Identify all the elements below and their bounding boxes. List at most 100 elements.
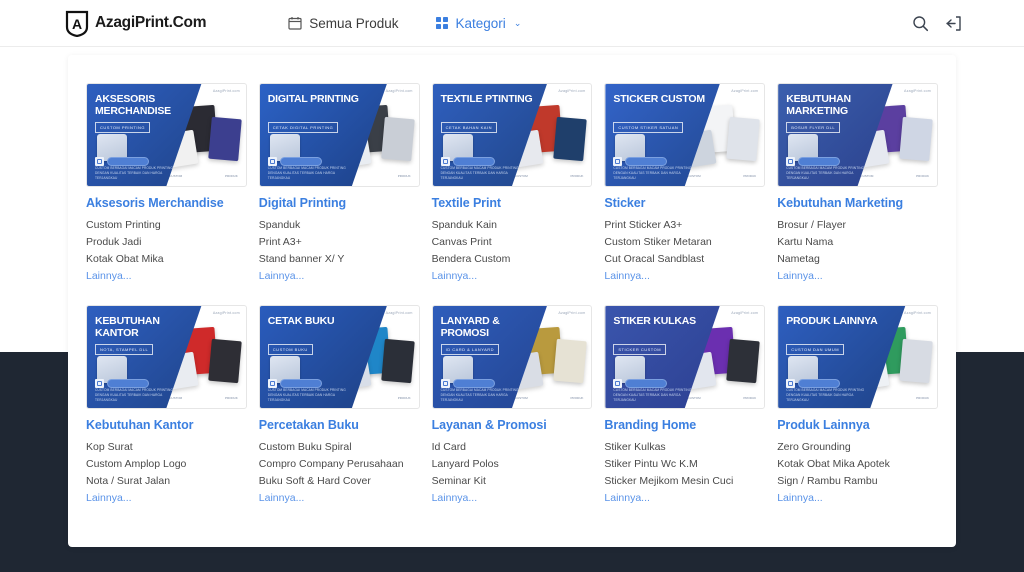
category-more-link[interactable]: Lainnya...	[777, 490, 938, 507]
category-subitem[interactable]: Sticker Mejikom Mesin Cuci	[604, 473, 765, 490]
banner-button-row[interactable]	[95, 379, 149, 388]
nav-item-kategori[interactable]: Kategori ⌄	[435, 16, 522, 31]
banner-order-button[interactable]	[625, 379, 667, 388]
category-subitem[interactable]: Canvas Print	[432, 234, 593, 251]
search-icon[interactable]	[912, 15, 929, 32]
category-subitem[interactable]: Zero Grounding	[777, 439, 938, 456]
cart-icon	[95, 157, 104, 166]
category-title[interactable]: Aksesoris Merchandise	[86, 196, 247, 210]
product-caption-right: PRODUK	[916, 396, 929, 400]
banner-order-button[interactable]	[625, 157, 667, 166]
category-more-link[interactable]: Lainnya...	[604, 268, 765, 285]
category-title[interactable]: Sticker	[604, 196, 765, 210]
category-more-link[interactable]: Lainnya...	[777, 268, 938, 285]
category-subitem[interactable]: Kop Surat	[86, 439, 247, 456]
login-icon[interactable]	[945, 15, 962, 32]
banner-button-row[interactable]	[441, 157, 495, 166]
category-title[interactable]: Kebutuhan Kantor	[86, 418, 247, 432]
banner-button-row[interactable]	[786, 379, 840, 388]
category-subitem[interactable]: Kotak Obat Mika Apotek	[777, 456, 938, 473]
banner-button-row[interactable]	[613, 379, 667, 388]
category-subitem[interactable]: Spanduk Kain	[432, 217, 593, 234]
category-banner[interactable]: CUSTOM PRODUK AzagiPrint.com AKSESORIS M…	[86, 83, 247, 187]
banner-button-row[interactable]	[441, 379, 495, 388]
category-subitem[interactable]: Produk Jadi	[86, 234, 247, 251]
category-more-link[interactable]: Lainnya...	[86, 490, 247, 507]
category-subitem[interactable]: Brosur / Flayer	[777, 217, 938, 234]
banner-fine-print: CUSTOM BERBAGAI MACAM PRODUK PRINTING DE…	[786, 166, 873, 181]
banner-order-button[interactable]	[107, 379, 149, 388]
category-title[interactable]: Branding Home	[604, 418, 765, 432]
category-subitem[interactable]: Id Card	[432, 439, 593, 456]
category-banner[interactable]: CUSTOM PRODUK AzagiPrint.com LANYARD & P…	[432, 305, 593, 409]
category-title[interactable]: Produk Lainnya	[777, 418, 938, 432]
category-subitem[interactable]: Stiker Kulkas	[604, 439, 765, 456]
category-subitem[interactable]: Seminar Kit	[432, 473, 593, 490]
brand-logo[interactable]: A AzagiPrint.Com	[64, 10, 206, 37]
category-subitem[interactable]: Stand banner X/ Y	[259, 251, 420, 268]
banner-watermark: AzagiPrint.com	[731, 311, 758, 315]
banner-order-button[interactable]	[798, 157, 840, 166]
category-more-link[interactable]: Lainnya...	[604, 490, 765, 507]
product-caption-right: PRODUK	[398, 174, 411, 178]
category-subitem[interactable]: Print A3+	[259, 234, 420, 251]
category-more-link[interactable]: Lainnya...	[259, 490, 420, 507]
category-subitem[interactable]: Lanyard Polos	[432, 456, 593, 473]
category-title[interactable]: Kebutuhan Marketing	[777, 196, 938, 210]
category-more-link[interactable]: Lainnya...	[86, 268, 247, 285]
banner-order-button[interactable]	[453, 379, 495, 388]
category-subitem[interactable]: Kartu Nama	[777, 234, 938, 251]
category-banner[interactable]: CUSTOM PRODUK AzagiPrint.com CETAK BUKU …	[259, 305, 420, 409]
banner-order-button[interactable]	[280, 379, 322, 388]
banner-button-row[interactable]	[613, 157, 667, 166]
category-subitem[interactable]: Stiker Pintu Wc K.M	[604, 456, 765, 473]
banner-title: KEBUTUHAN KANTOR	[95, 316, 190, 339]
category-subitem[interactable]: Custom Printing	[86, 217, 247, 234]
category-banner[interactable]: CUSTOM PRODUK AzagiPrint.com PRODUK LAIN…	[777, 305, 938, 409]
category-banner[interactable]: CUSTOM PRODUK AzagiPrint.com DIGITAL PRI…	[259, 83, 420, 187]
category-banner[interactable]: CUSTOM PRODUK AzagiPrint.com STICKER CUS…	[604, 83, 765, 187]
category-subitem[interactable]: Custom Stiker Metaran	[604, 234, 765, 251]
category-title[interactable]: Percetakan Buku	[259, 418, 420, 432]
category-more-link[interactable]: Lainnya...	[432, 268, 593, 285]
category-subitem[interactable]: Compro Company Perusahaan	[259, 456, 420, 473]
category-subitem[interactable]: Spanduk	[259, 217, 420, 234]
category-subitem[interactable]: Buku Soft & Hard Cover	[259, 473, 420, 490]
category-subitem[interactable]: Bendera Custom	[432, 251, 593, 268]
category-subitem[interactable]: Cut Oracal Sandblast	[604, 251, 765, 268]
category-subitem[interactable]: Custom Amplop Logo	[86, 456, 247, 473]
banner-watermark: AzagiPrint.com	[386, 311, 413, 315]
cart-icon	[613, 379, 622, 388]
category-subitem[interactable]: Nametag	[777, 251, 938, 268]
category-banner[interactable]: CUSTOM PRODUK AzagiPrint.com TEXTILE PTI…	[432, 83, 593, 187]
category-card: CUSTOM PRODUK AzagiPrint.com AKSESORIS M…	[86, 83, 247, 285]
banner-fine-print: CUSTOM BERBAGAI MACAM PRODUK PRINTING DE…	[268, 166, 355, 181]
product-image-b	[381, 117, 415, 161]
category-subitem[interactable]: Nota / Surat Jalan	[86, 473, 247, 490]
category-banner[interactable]: CUSTOM PRODUK AzagiPrint.com KEBUTUHAN K…	[86, 305, 247, 409]
category-subitem[interactable]: Print Sticker A3+	[604, 217, 765, 234]
banner-order-button[interactable]	[107, 157, 149, 166]
category-banner[interactable]: CUSTOM PRODUK AzagiPrint.com KEBUTUHAN M…	[777, 83, 938, 187]
banner-order-button[interactable]	[453, 157, 495, 166]
banner-button-row[interactable]	[786, 157, 840, 166]
banner-title: STIKER KULKAS	[613, 316, 708, 328]
category-title[interactable]: Textile Print	[432, 196, 593, 210]
banner-button-row[interactable]	[268, 157, 322, 166]
category-more-link[interactable]: Lainnya...	[432, 490, 593, 507]
category-subitem[interactable]: Custom Buku Spiral	[259, 439, 420, 456]
banner-order-button[interactable]	[798, 379, 840, 388]
nav-item-semua-produk[interactable]: Semua Produk	[288, 16, 398, 31]
category-more-link[interactable]: Lainnya...	[259, 268, 420, 285]
banner-fine-print: CUSTOM BERBAGAI MACAM PRODUK PRINTING DE…	[613, 166, 700, 181]
category-subitem[interactable]: Kotak Obat Mika	[86, 251, 247, 268]
banner-badge: CUSTOM BUKU	[268, 344, 313, 355]
category-title[interactable]: Layanan & Promosi	[432, 418, 593, 432]
banner-order-button[interactable]	[280, 157, 322, 166]
banner-button-row[interactable]	[95, 157, 149, 166]
category-title[interactable]: Digital Printing	[259, 196, 420, 210]
category-subitem[interactable]: Sign / Rambu Rambu	[777, 473, 938, 490]
product-image-b	[899, 339, 933, 383]
category-banner[interactable]: CUSTOM PRODUK AzagiPrint.com STIKER KULK…	[604, 305, 765, 409]
banner-button-row[interactable]	[268, 379, 322, 388]
